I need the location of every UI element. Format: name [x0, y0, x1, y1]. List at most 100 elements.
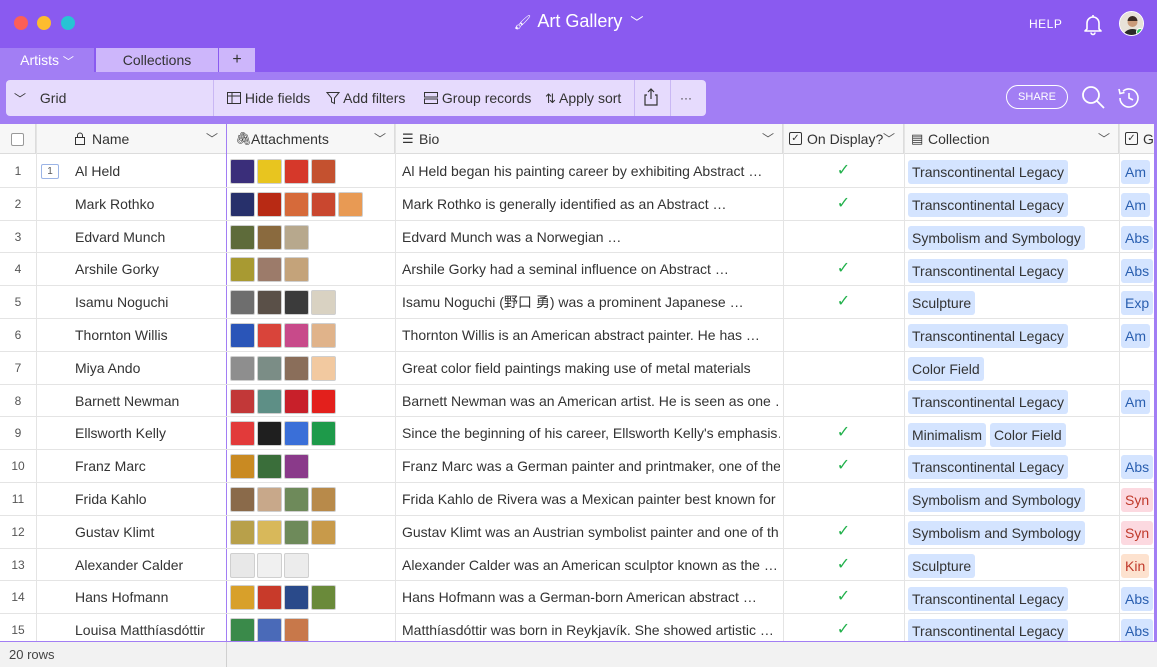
attachments-cell[interactable]: [230, 319, 392, 351]
collection-tag[interactable]: Symbolism and Symbology: [908, 225, 1085, 250]
share-view-button[interactable]: [643, 80, 659, 116]
attachment-thumbnail[interactable]: [230, 421, 255, 447]
artist-name-cell[interactable]: Barnett Newman: [75, 385, 225, 417]
bio-cell[interactable]: Hans Hofmann was a German-born American …: [402, 581, 780, 613]
column-header-name[interactable]: Name ﹀: [36, 124, 227, 154]
tab-collections[interactable]: Collections: [96, 48, 218, 72]
attachment-thumbnail[interactable]: [284, 487, 309, 512]
attachment-thumbnail[interactable]: [284, 552, 309, 578]
attachments-cell[interactable]: [230, 483, 392, 515]
on-display-cell[interactable]: [783, 352, 904, 384]
genre-tag[interactable]: Abs: [1121, 619, 1154, 642]
attachment-thumbnail[interactable]: [284, 618, 309, 642]
table-row[interactable]: 15 Louisa Matthíasdóttir Matthíasdóttir wa…: [0, 614, 1157, 642]
attachments-cell[interactable]: [230, 581, 392, 613]
genre-tag[interactable]: Abs: [1121, 225, 1154, 250]
artist-name-cell[interactable]: Isamu Noguchi: [75, 286, 225, 318]
on-display-cell[interactable]: [783, 319, 904, 351]
collection-tag[interactable]: Transcontinental Legacy: [908, 586, 1069, 611]
on-display-cell[interactable]: ✓: [783, 155, 904, 187]
table-row[interactable]: 11 Frida Kahlo Frida Kahlo de Rivera was a…: [0, 483, 1157, 516]
artist-name-cell[interactable]: Gustav Klimt: [75, 516, 225, 548]
collection-tag[interactable]: Transcontinental Legacy: [908, 389, 1069, 414]
collection-tag[interactable]: Color Field: [908, 357, 984, 382]
attachment-thumbnail[interactable]: [230, 355, 255, 381]
attachments-cell[interactable]: [230, 286, 392, 318]
bio-cell[interactable]: Great color field paintings making use o…: [402, 352, 780, 384]
genre-cell[interactable]: Abs: [1121, 581, 1157, 613]
attachment-thumbnail[interactable]: [230, 323, 255, 348]
collection-cell[interactable]: Transcontinental Legacy: [908, 188, 1118, 220]
hide-fields-button[interactable]: Hide fields: [227, 80, 310, 116]
collection-tag[interactable]: Transcontinental Legacy: [908, 160, 1069, 185]
genre-tag[interactable]: Am: [1121, 324, 1150, 349]
genre-tag[interactable]: Am: [1121, 160, 1150, 185]
genre-cell[interactable]: Syn: [1121, 483, 1157, 515]
help-button[interactable]: HELP: [1029, 17, 1062, 31]
artist-name-cell[interactable]: Al Held: [75, 155, 225, 187]
attachment-thumbnail[interactable]: [284, 191, 309, 217]
genre-cell[interactable]: Abs: [1121, 450, 1157, 482]
genre-cell[interactable]: Am: [1121, 188, 1157, 220]
attachment-thumbnail[interactable]: [230, 191, 255, 217]
attachments-cell[interactable]: [230, 385, 392, 417]
artist-name-cell[interactable]: Ellsworth Kelly: [75, 417, 225, 449]
collection-tag[interactable]: Color Field: [990, 422, 1066, 447]
attachment-thumbnail[interactable]: [230, 290, 255, 316]
attachment-thumbnail[interactable]: [257, 454, 282, 480]
table-row[interactable]: 6 Thornton Willis Thornton Willis is an Am…: [0, 319, 1157, 352]
comment-count-badge[interactable]: 1: [41, 164, 59, 179]
collection-tag[interactable]: Transcontinental Legacy: [908, 455, 1069, 480]
collection-tag[interactable]: Transcontinental Legacy: [908, 258, 1069, 283]
on-display-cell[interactable]: [783, 221, 904, 253]
artist-name-cell[interactable]: Arshile Gorky: [75, 253, 225, 285]
collection-cell[interactable]: Transcontinental Legacy: [908, 319, 1118, 351]
attachment-thumbnail[interactable]: [230, 519, 255, 545]
more-options-button[interactable]: ···: [680, 80, 692, 116]
attachment-thumbnail[interactable]: [257, 421, 282, 447]
collection-cell[interactable]: Symbolism and Symbology: [908, 221, 1118, 253]
attachment-thumbnail[interactable]: [230, 552, 255, 578]
bio-cell[interactable]: Thornton Willis is an American abstract …: [402, 319, 780, 351]
collection-cell[interactable]: Sculpture: [908, 286, 1118, 318]
attachment-thumbnail[interactable]: [284, 290, 309, 316]
column-header-collection[interactable]: ▤ Collection ﹀: [904, 124, 1119, 154]
attachment-thumbnail[interactable]: [284, 355, 309, 381]
on-display-cell[interactable]: ✓: [783, 450, 904, 482]
collection-tag[interactable]: Minimalism: [908, 422, 986, 447]
collection-tag[interactable]: Symbolism and Symbology: [908, 521, 1085, 546]
attachment-thumbnail[interactable]: [257, 290, 282, 316]
table-row[interactable]: 1 1 Al Held Al Held began his painting care…: [0, 155, 1157, 188]
attachment-thumbnail[interactable]: [257, 552, 282, 578]
table-row[interactable]: 3 Edvard Munch Edvard Munch was a Norwegia…: [0, 221, 1157, 254]
attachments-cell[interactable]: [230, 188, 392, 220]
select-all-checkbox[interactable]: [11, 133, 24, 146]
genre-tag[interactable]: Kin: [1121, 553, 1150, 578]
tab-artists[interactable]: Artists ﹀: [0, 48, 94, 72]
attachment-thumbnail[interactable]: [284, 421, 309, 447]
collection-cell[interactable]: Sculpture: [908, 549, 1118, 581]
attachments-cell[interactable]: [230, 253, 392, 285]
group-records-button[interactable]: Group records: [424, 80, 531, 116]
attachment-thumbnail[interactable]: [230, 257, 255, 283]
attachment-thumbnail[interactable]: [311, 487, 336, 512]
collection-cell[interactable]: Transcontinental Legacy: [908, 581, 1118, 613]
search-icon[interactable]: [1080, 84, 1106, 110]
attachments-cell[interactable]: [230, 417, 392, 449]
collection-cell[interactable]: Transcontinental Legacy: [908, 155, 1118, 187]
attachment-thumbnail[interactable]: [230, 618, 255, 642]
attachment-thumbnail[interactable]: [230, 159, 255, 184]
attachment-thumbnail[interactable]: [284, 323, 309, 348]
attachment-thumbnail[interactable]: [311, 191, 336, 217]
collection-cell[interactable]: Color Field: [908, 352, 1118, 384]
collection-tag[interactable]: Transcontinental Legacy: [908, 324, 1069, 349]
attachment-thumbnail[interactable]: [311, 355, 336, 381]
on-display-cell[interactable]: ✓: [783, 614, 904, 642]
bio-cell[interactable]: Alexander Calder was an American sculpto…: [402, 549, 780, 581]
collection-cell[interactable]: Transcontinental Legacy: [908, 450, 1118, 482]
genre-cell[interactable]: Am: [1121, 155, 1157, 187]
table-row[interactable]: 14 Hans Hofmann Hans Hofmann was a German-…: [0, 581, 1157, 614]
bio-cell[interactable]: Mark Rothko is generally identified as a…: [402, 188, 780, 220]
artist-name-cell[interactable]: Edvard Munch: [75, 221, 225, 253]
chevron-down-icon[interactable]: ﹀: [206, 124, 218, 154]
